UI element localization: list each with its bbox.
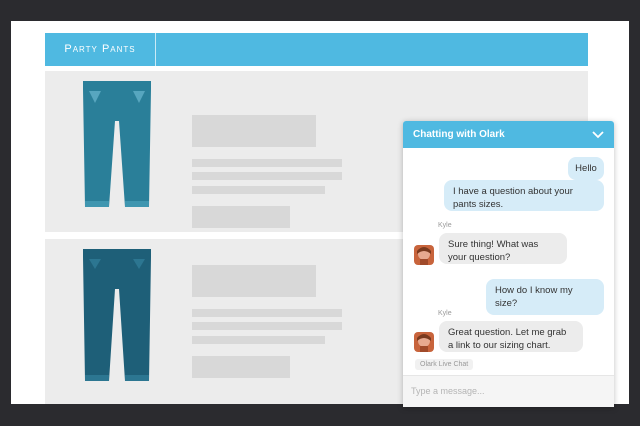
visitor-message: Hello [568, 157, 604, 180]
chat-title: Chatting with Olark [413, 129, 505, 140]
agent-avatar [414, 332, 434, 352]
placeholder-line [192, 159, 342, 167]
placeholder-title [192, 115, 316, 147]
placeholder-button [192, 356, 290, 378]
agent-message: Sure thing! What was your question? [439, 233, 567, 264]
visitor-message: I have a question about your pants sizes… [444, 180, 604, 211]
agent-name: Kyle [438, 222, 452, 229]
agent-name: Kyle [438, 310, 452, 317]
site-header: Party Pants [45, 33, 588, 66]
placeholder-line [192, 336, 325, 344]
message-input[interactable]: Type a message... [403, 375, 614, 407]
placeholder-line [192, 172, 342, 180]
visitor-message: How do I know my size? [486, 279, 604, 315]
placeholder-button [192, 206, 290, 228]
site-logo[interactable]: Party Pants [45, 33, 156, 66]
chat-header[interactable]: Chatting with Olark [403, 121, 614, 148]
jeans-light-image [83, 81, 151, 207]
agent-message: Great question. Let me grab a link to ou… [439, 321, 583, 352]
chevron-down-icon[interactable] [592, 130, 604, 139]
message-input-placeholder: Type a message... [411, 386, 485, 396]
jeans-dark-image [83, 249, 151, 381]
olark-badge[interactable]: Olark Live Chat [415, 359, 474, 370]
chat-widget: Chatting with Olark Hello I have a quest… [403, 121, 614, 407]
agent-avatar [414, 245, 434, 265]
placeholder-line [192, 322, 342, 330]
placeholder-line [192, 186, 325, 194]
placeholder-line [192, 309, 342, 317]
placeholder-title [192, 265, 316, 297]
